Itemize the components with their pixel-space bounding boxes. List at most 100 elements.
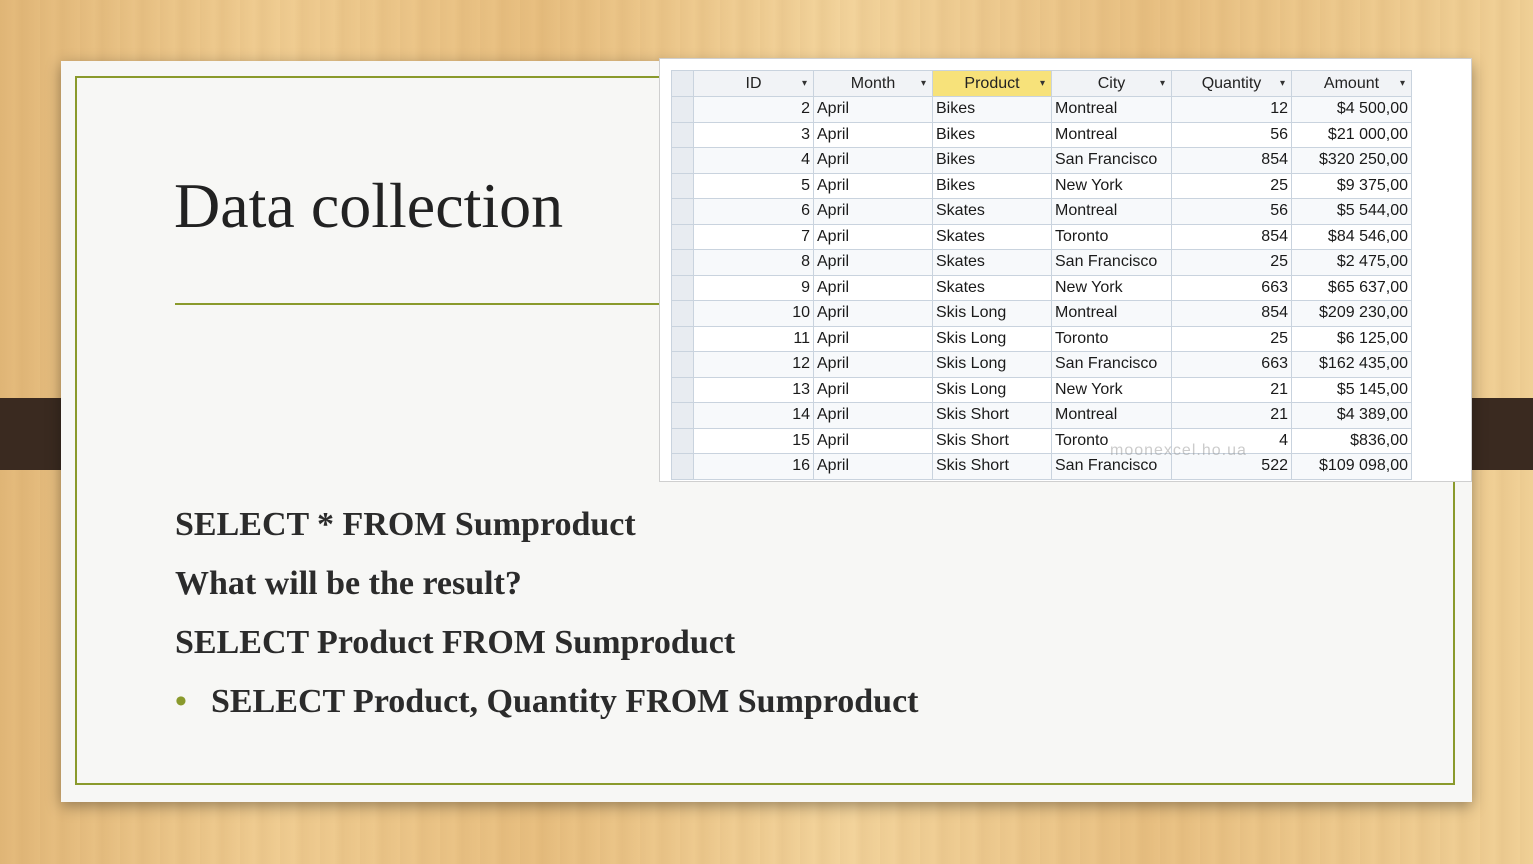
cell-city[interactable]: Toronto	[1051, 325, 1172, 352]
cell-quantity[interactable]: 56	[1171, 198, 1292, 225]
cell-city[interactable]: New York	[1051, 172, 1172, 199]
dropdown-arrow-icon[interactable]: ▾	[1280, 78, 1285, 89]
table-row[interactable]: 6 April Skates Montreal 56 $5 544,00	[671, 198, 1412, 225]
row-selector[interactable]	[671, 172, 694, 199]
dropdown-arrow-icon[interactable]: ▾	[921, 78, 926, 89]
cell-id[interactable]: 5	[693, 172, 814, 199]
row-selector[interactable]	[671, 274, 694, 301]
row-selector[interactable]	[671, 325, 694, 352]
cell-amount[interactable]: $4 389,00	[1291, 402, 1412, 429]
cell-quantity[interactable]: 25	[1171, 325, 1292, 352]
cell-month[interactable]: April	[813, 249, 933, 276]
cell-quantity[interactable]: 21	[1171, 376, 1292, 403]
cell-city[interactable]: New York	[1051, 376, 1172, 403]
cell-id[interactable]: 12	[693, 351, 814, 378]
cell-id[interactable]: 3	[693, 121, 814, 148]
cell-city[interactable]: New York	[1051, 274, 1172, 301]
cell-product[interactable]: Skates	[932, 249, 1052, 276]
cell-product[interactable]: Skis Short	[932, 453, 1052, 480]
cell-city[interactable]: Montreal	[1051, 402, 1172, 429]
cell-id[interactable]: 13	[693, 376, 814, 403]
row-selector[interactable]	[671, 351, 694, 378]
cell-product[interactable]: Skates	[932, 274, 1052, 301]
column-header[interactable]: Month ▾	[813, 70, 933, 97]
cell-month[interactable]: April	[813, 96, 933, 123]
cell-product[interactable]: Skis Long	[932, 351, 1052, 378]
table-row[interactable]: 12 April Skis Long San Francisco 663 $162 435…	[671, 351, 1412, 378]
cell-city[interactable]: Montreal	[1051, 121, 1172, 148]
cell-id[interactable]: 14	[693, 402, 814, 429]
cell-city[interactable]: Montreal	[1051, 96, 1172, 123]
dropdown-arrow-icon[interactable]: ▾	[1400, 78, 1405, 89]
cell-quantity[interactable]: 854	[1171, 223, 1292, 250]
column-header[interactable]: ID ▾	[693, 70, 814, 97]
row-selector[interactable]	[671, 376, 694, 403]
cell-amount[interactable]: $65 637,00	[1291, 274, 1412, 301]
cell-quantity[interactable]: 25	[1171, 172, 1292, 199]
cell-id[interactable]: 10	[693, 300, 814, 327]
cell-city[interactable]: Montreal	[1051, 198, 1172, 225]
cell-amount[interactable]: $6 125,00	[1291, 325, 1412, 352]
row-selector[interactable]	[671, 300, 694, 327]
row-selector[interactable]	[671, 427, 694, 454]
cell-month[interactable]: April	[813, 223, 933, 250]
table-row[interactable]: 4 April Bikes San Francisco 854 $320 250,00	[671, 147, 1412, 174]
cell-product[interactable]: Skis Short	[932, 427, 1052, 454]
table-row[interactable]: 9 April Skates New York 663 $65 637,00	[671, 274, 1412, 301]
cell-month[interactable]: April	[813, 300, 933, 327]
dropdown-arrow-icon[interactable]: ▾	[1160, 78, 1165, 89]
cell-product[interactable]: Bikes	[932, 172, 1052, 199]
cell-city[interactable]: San Francisco	[1051, 351, 1172, 378]
row-selector[interactable]	[671, 249, 694, 276]
table-row[interactable]: 8 April Skates San Francisco 25 $2 475,00	[671, 249, 1412, 276]
cell-month[interactable]: April	[813, 274, 933, 301]
cell-quantity[interactable]: 663	[1171, 351, 1292, 378]
column-header[interactable]: Quantity ▾	[1171, 70, 1292, 97]
cell-quantity[interactable]: 25	[1171, 249, 1292, 276]
table-row[interactable]: 16 April Skis Short San Francisco 522 $109 09…	[671, 453, 1412, 480]
cell-id[interactable]: 16	[693, 453, 814, 480]
cell-city[interactable]: San Francisco	[1051, 147, 1172, 174]
cell-amount[interactable]: $209 230,00	[1291, 300, 1412, 327]
table-row[interactable]: 13 April Skis Long New York 21 $5 145,00	[671, 376, 1412, 403]
cell-id[interactable]: 8	[693, 249, 814, 276]
cell-amount[interactable]: $21 000,00	[1291, 121, 1412, 148]
table-row[interactable]: 11 April Skis Long Toronto 25 $6 125,00	[671, 325, 1412, 352]
row-selector[interactable]	[671, 223, 694, 250]
row-selector[interactable]	[671, 402, 694, 429]
cell-quantity[interactable]: 854	[1171, 300, 1292, 327]
cell-id[interactable]: 11	[693, 325, 814, 352]
cell-amount[interactable]: $109 098,00	[1291, 453, 1412, 480]
row-selector[interactable]	[671, 121, 694, 148]
table-row[interactable]: 15 April Skis Short Toronto 4 $836,00	[671, 427, 1412, 454]
cell-month[interactable]: April	[813, 402, 933, 429]
cell-amount[interactable]: $836,00	[1291, 427, 1412, 454]
cell-amount[interactable]: $320 250,00	[1291, 147, 1412, 174]
cell-id[interactable]: 7	[693, 223, 814, 250]
dropdown-arrow-icon[interactable]: ▾	[1040, 78, 1045, 89]
cell-month[interactable]: April	[813, 376, 933, 403]
cell-city[interactable]: Montreal	[1051, 300, 1172, 327]
cell-month[interactable]: April	[813, 325, 933, 352]
table-row[interactable]: 7 April Skates Toronto 854 $84 546,00	[671, 223, 1412, 250]
cell-id[interactable]: 4	[693, 147, 814, 174]
cell-month[interactable]: April	[813, 198, 933, 225]
cell-month[interactable]: April	[813, 172, 933, 199]
column-header[interactable]: City ▾	[1051, 70, 1172, 97]
cell-product[interactable]: Skates	[932, 223, 1052, 250]
cell-product[interactable]: Skis Long	[932, 325, 1052, 352]
cell-month[interactable]: April	[813, 351, 933, 378]
table-row[interactable]: 3 April Bikes Montreal 56 $21 000,00	[671, 121, 1412, 148]
cell-quantity[interactable]: 21	[1171, 402, 1292, 429]
cell-id[interactable]: 9	[693, 274, 814, 301]
cell-month[interactable]: April	[813, 453, 933, 480]
cell-product[interactable]: Bikes	[932, 147, 1052, 174]
cell-product[interactable]: Skis Long	[932, 376, 1052, 403]
cell-month[interactable]: April	[813, 121, 933, 148]
cell-id[interactable]: 2	[693, 96, 814, 123]
cell-quantity[interactable]: 854	[1171, 147, 1292, 174]
cell-product[interactable]: Bikes	[932, 96, 1052, 123]
cell-amount[interactable]: $84 546,00	[1291, 223, 1412, 250]
cell-month[interactable]: April	[813, 427, 933, 454]
cell-product[interactable]: Bikes	[932, 121, 1052, 148]
